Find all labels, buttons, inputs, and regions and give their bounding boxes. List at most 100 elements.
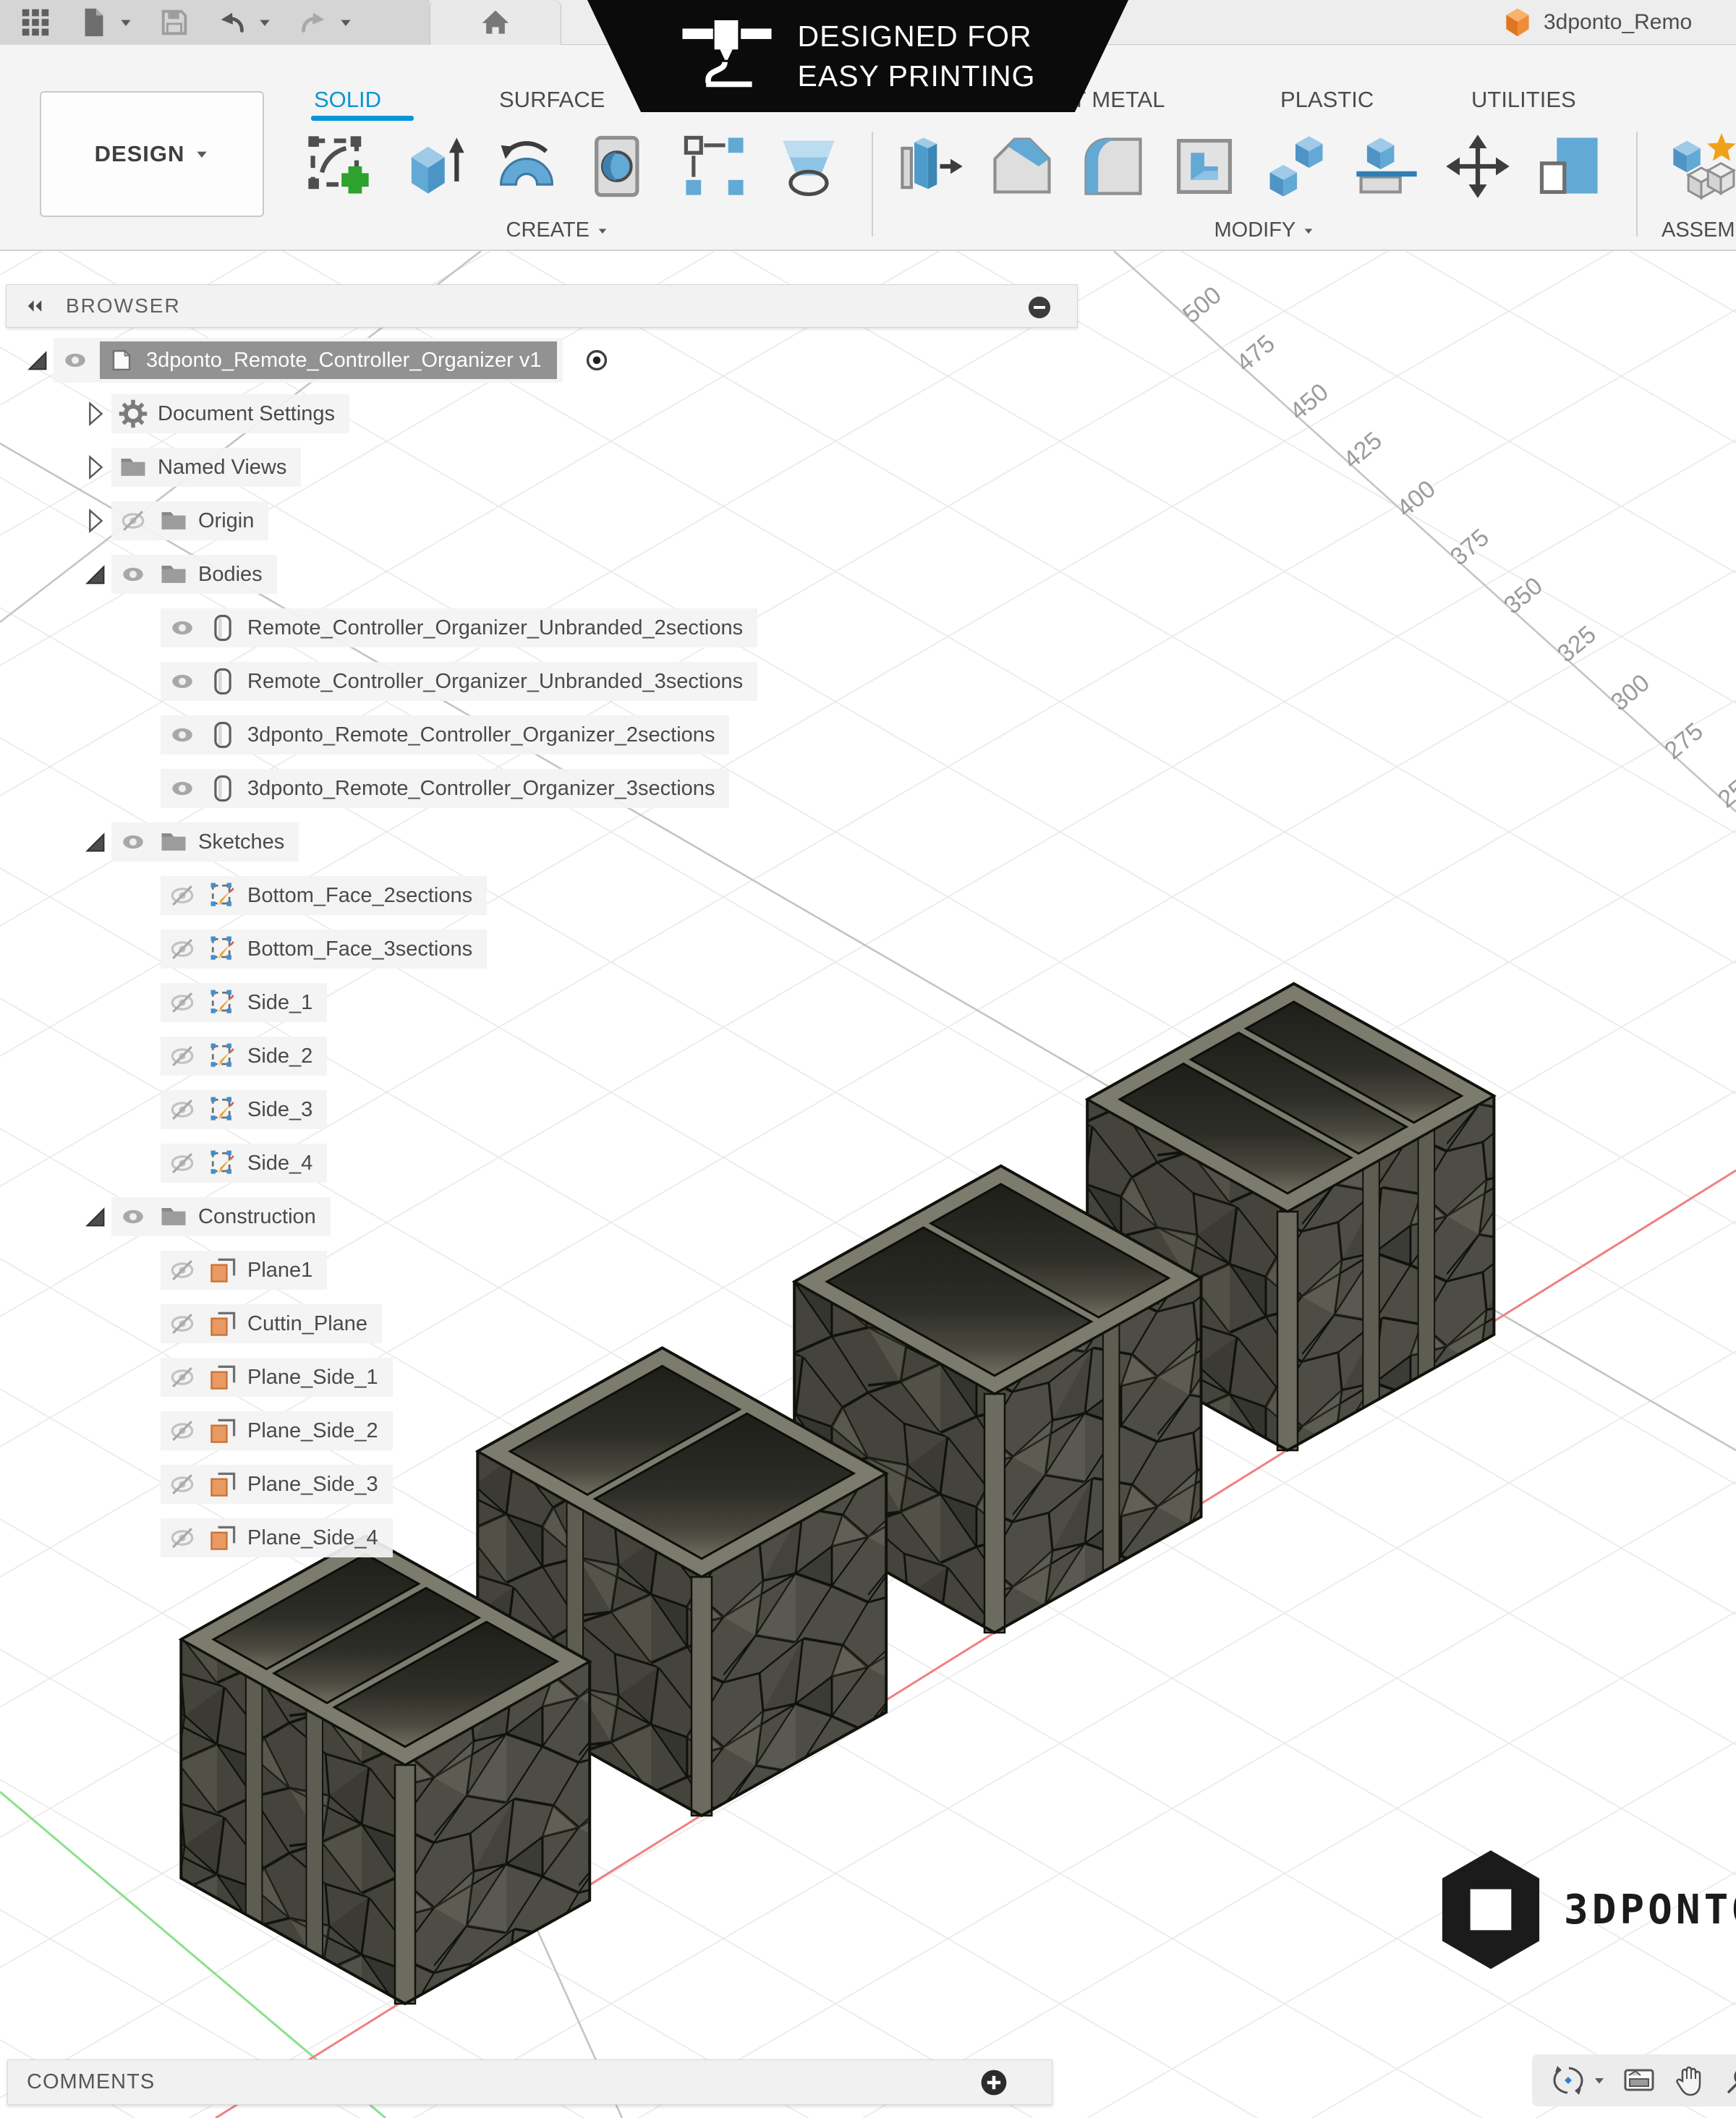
visibility-eye-icon[interactable]: [166, 612, 198, 644]
tab-solid[interactable]: SOLID: [314, 87, 381, 113]
tree-row-remote-controller-organizer-unbranded-2s[interactable]: Remote_Controller_Organizer_Unbranded_2s…: [6, 601, 1078, 655]
tree-node[interactable]: Sketches: [111, 822, 299, 862]
undo-icon[interactable]: [216, 6, 249, 39]
expander-expanded[interactable]: [78, 558, 111, 591]
chevron-down-icon[interactable]: [258, 15, 272, 30]
revolve-tool-button[interactable]: [487, 127, 566, 206]
shell-tool-button[interactable]: [1165, 127, 1244, 206]
loft-tool-button[interactable]: [769, 127, 848, 206]
look-at-icon[interactable]: [1622, 2063, 1656, 2098]
tree-label[interactable]: Plane_Side_4: [247, 1526, 378, 1550]
hidden-eye-icon[interactable]: [166, 933, 198, 965]
tree-row-bottom-face-2sections[interactable]: Bottom_Face_2sections: [6, 869, 1078, 922]
tree-label[interactable]: Side_2: [247, 1045, 312, 1068]
tree-label[interactable]: Side_4: [247, 1152, 312, 1175]
tree-row-plane-side-3[interactable]: Plane_Side_3: [6, 1458, 1078, 1511]
group-label-modify[interactable]: MODIFY: [1214, 218, 1315, 242]
chamfer-tool-button[interactable]: [982, 127, 1062, 206]
split-body-tool-button[interactable]: [1347, 127, 1426, 206]
caret-icon[interactable]: [1593, 2074, 1606, 2087]
move-tool-button[interactable]: [1438, 127, 1518, 206]
new-component-tool-button[interactable]: [1664, 127, 1736, 206]
hole-tool-button[interactable]: [581, 127, 660, 206]
tree-node[interactable]: Plane_Side_1: [161, 1358, 393, 1397]
visibility-eye-icon[interactable]: [117, 826, 149, 858]
tree-label[interactable]: Plane_Side_2: [247, 1419, 378, 1443]
visibility-eye-icon[interactable]: [117, 1201, 149, 1233]
tree-label[interactable]: Cuttin_Plane: [247, 1312, 367, 1336]
press-pull-tool-button[interactable]: [891, 127, 971, 206]
tree-label[interactable]: Plane_Side_1: [247, 1366, 378, 1390]
expander-collapsed[interactable]: [78, 451, 111, 484]
tree-row-remote-controller-organizer-unbranded-3s[interactable]: Remote_Controller_Organizer_Unbranded_3s…: [6, 655, 1078, 708]
tree-node[interactable]: Cuttin_Plane: [161, 1304, 382, 1343]
browser-minimize-button[interactable]: [1026, 294, 1053, 321]
tree-node[interactable]: Named Views: [111, 448, 301, 487]
hidden-eye-icon[interactable]: [166, 880, 198, 911]
tree-row-side-4[interactable]: Side_4: [6, 1136, 1078, 1190]
tree-row-side-2[interactable]: Side_2: [6, 1029, 1078, 1083]
tree-label[interactable]: 3dponto_Remote_Controller_Organizer_3sec…: [247, 777, 715, 801]
combine-tool-button[interactable]: [1256, 127, 1335, 206]
document-tab[interactable]: 3dponto_Remo: [1502, 0, 1692, 45]
tree-node[interactable]: Side_2: [161, 1037, 327, 1076]
tree-label[interactable]: Bodies: [198, 563, 263, 587]
tree-row-3dponto-remote-controller-organizer-2sec[interactable]: 3dponto_Remote_Controller_Organizer_2sec…: [6, 708, 1078, 762]
tree-row-construction[interactable]: Construction: [6, 1190, 1078, 1243]
hidden-eye-icon[interactable]: [166, 987, 198, 1018]
tab-utilities[interactable]: UTILITIES: [1471, 87, 1576, 113]
tree-row-named-views[interactable]: Named Views: [6, 441, 1078, 494]
home-icon[interactable]: [480, 7, 511, 38]
chevrons-left-icon[interactable]: [22, 294, 47, 318]
hidden-eye-icon[interactable]: [166, 1308, 198, 1340]
selected-node-box[interactable]: 3dponto_Remote_Controller_Organizer v1: [100, 341, 557, 379]
tree-label[interactable]: Remote_Controller_Organizer_Unbranded_2s…: [247, 616, 743, 640]
tree-label[interactable]: Construction: [198, 1205, 316, 1229]
hidden-eye-icon[interactable]: [166, 1040, 198, 1072]
hidden-eye-icon[interactable]: [166, 1147, 198, 1179]
chevron-down-icon[interactable]: [339, 15, 353, 30]
tree-label[interactable]: 3dponto_Remote_Controller_Organizer v1: [146, 349, 541, 373]
tree-label[interactable]: Bottom_Face_2sections: [247, 884, 472, 908]
tree-node[interactable]: Side_1: [161, 983, 327, 1022]
group-label-create[interactable]: CREATE: [506, 218, 608, 242]
tree-row-plane-side-1[interactable]: Plane_Side_1: [6, 1351, 1078, 1404]
hidden-eye-icon[interactable]: [166, 1361, 198, 1393]
tree-row-plane1[interactable]: Plane1: [6, 1243, 1078, 1297]
tree-node[interactable]: Plane_Side_3: [161, 1465, 393, 1504]
tree-label[interactable]: Origin: [198, 509, 254, 533]
redo-icon[interactable]: [297, 6, 330, 39]
tree-node[interactable]: Document Settings: [111, 394, 349, 433]
tree-node[interactable]: Origin: [111, 501, 268, 540]
tree-row-cuttin-plane[interactable]: Cuttin_Plane: [6, 1297, 1078, 1351]
tab-surface[interactable]: SURFACE: [499, 87, 605, 113]
hidden-eye-icon[interactable]: [166, 1468, 198, 1500]
tree-node[interactable]: Remote_Controller_Organizer_Unbranded_2s…: [161, 608, 757, 647]
align-tool-button[interactable]: [1529, 127, 1609, 206]
tree-row-side-3[interactable]: Side_3: [6, 1083, 1078, 1136]
expander-collapsed[interactable]: [78, 397, 111, 430]
expander-expanded[interactable]: [78, 1200, 111, 1233]
tree-row-origin[interactable]: Origin: [6, 494, 1078, 548]
app-grid-icon[interactable]: [19, 6, 52, 39]
tree-label[interactable]: Plane1: [247, 1259, 312, 1283]
tree-node[interactable]: Side_4: [161, 1144, 327, 1183]
activate-component-radio[interactable]: [580, 344, 613, 377]
expander-collapsed[interactable]: [78, 504, 111, 537]
tree-row-plane-side-4[interactable]: Plane_Side_4: [6, 1511, 1078, 1565]
tree-row-bottom-face-3sections[interactable]: Bottom_Face_3sections: [6, 922, 1078, 976]
fillet-tool-button[interactable]: [1073, 127, 1153, 206]
root-node[interactable]: 3dponto_Remote_Controller_Organizer v1: [54, 338, 563, 383]
orbit-icon[interactable]: [1551, 2063, 1586, 2098]
tree-node[interactable]: Plane_Side_4: [161, 1518, 393, 1557]
chevron-down-icon[interactable]: [119, 15, 133, 30]
tree-node[interactable]: Plane1: [161, 1251, 327, 1290]
tree-label[interactable]: 3dponto_Remote_Controller_Organizer_2sec…: [247, 723, 715, 747]
tree-label[interactable]: Side_3: [247, 1098, 312, 1122]
pattern-tool-button[interactable]: [675, 127, 754, 206]
file-new-icon[interactable]: [77, 6, 110, 39]
hidden-eye-icon[interactable]: [166, 1415, 198, 1447]
visibility-eye-icon[interactable]: [59, 344, 91, 376]
tree-node[interactable]: Bottom_Face_2sections: [161, 876, 487, 915]
tree-row-3dponto-remote-controller-organizer-3sec[interactable]: 3dponto_Remote_Controller_Organizer_3sec…: [6, 762, 1078, 815]
